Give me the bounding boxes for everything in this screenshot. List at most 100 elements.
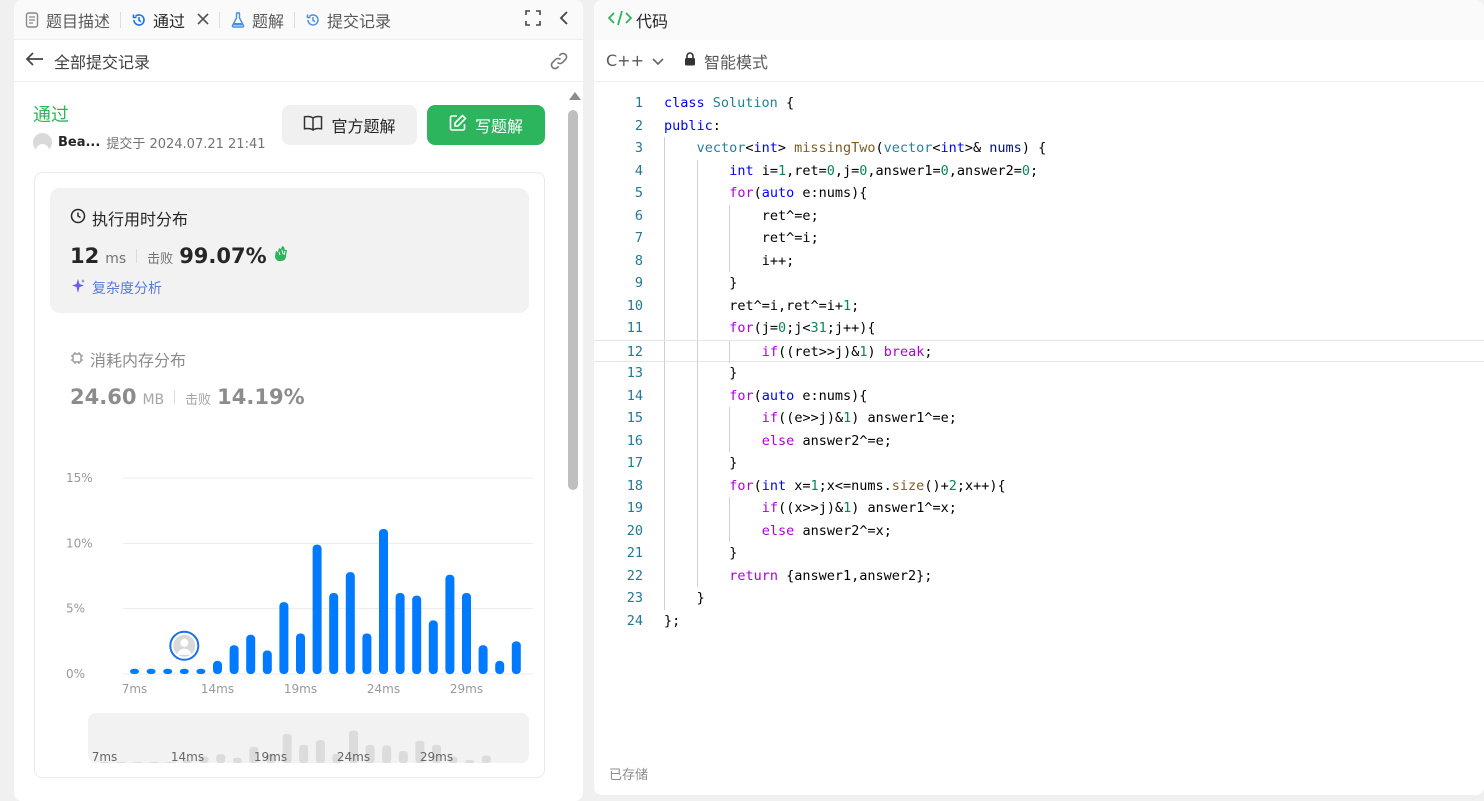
code-line[interactable]: 7 ret^=i; (594, 227, 1484, 250)
scroll-up-arrow-icon[interactable] (569, 92, 581, 100)
code-line[interactable]: 13} (594, 362, 1484, 385)
code-line[interactable]: 14 for(auto e:nums){ (594, 384, 1484, 407)
mini-tick-label: 29ms (420, 750, 453, 763)
code-line[interactable]: 24}; (594, 610, 1484, 633)
chart-bar[interactable] (213, 660, 222, 674)
chart-bar[interactable] (329, 592, 339, 674)
fullscreen-icon[interactable] (525, 10, 541, 30)
code-line[interactable]: 3 vector<int> missingTwo(vector<int>& num… (594, 137, 1484, 160)
scroll-thumb[interactable] (568, 110, 578, 490)
chart-bar[interactable] (428, 620, 438, 674)
code-line[interactable]: 23} (594, 587, 1484, 610)
chart-bar[interactable] (445, 574, 455, 674)
tab-description[interactable]: 题目描述 (14, 0, 120, 39)
memory-beat-pct: 14.19% (217, 385, 305, 409)
indent-guide (696, 384, 698, 407)
chart-bar[interactable] (362, 633, 372, 674)
avatar[interactable] (33, 133, 52, 152)
indent-guide (696, 249, 698, 272)
smart-mode-toggle[interactable]: 智能模式 (684, 49, 768, 73)
tab-submissions[interactable]: 提交记录 (295, 0, 401, 39)
chart-bar[interactable] (196, 668, 206, 674)
clock-icon (70, 208, 86, 228)
indent-guide (696, 497, 698, 520)
code-line[interactable]: 10 ret^=i,ret^=i+1; (594, 294, 1484, 317)
chart-bar[interactable] (379, 528, 388, 674)
chart-bar[interactable] (130, 668, 139, 674)
chart-bar[interactable] (345, 572, 355, 674)
code-line[interactable]: 21} (594, 542, 1484, 565)
back-arrow-icon[interactable] (25, 51, 44, 70)
code-line[interactable]: 17} (594, 452, 1484, 475)
collapse-icon[interactable] (559, 10, 569, 30)
code-editor[interactable]: 1 class Solution {2 public: 3 vector<int> mi… (594, 92, 1484, 632)
chart-bar[interactable] (262, 650, 272, 674)
code-line[interactable]: 4 int i=1,ret=0,j=0,answer1=0,answer2=0; (594, 159, 1484, 182)
mode-label: 智能模式 (703, 52, 768, 72)
chart-range-slider[interactable]: 7ms 14ms 19ms 24ms 29ms (88, 713, 529, 763)
indent-guide (664, 542, 665, 565)
line-number: 22 (626, 567, 643, 584)
code-line[interactable]: 22 return {answer1,answer2}; (594, 564, 1484, 587)
chart-bar[interactable] (495, 660, 505, 674)
chart-bar[interactable] (511, 641, 521, 674)
chart-bar[interactable] (279, 602, 289, 674)
left-scrollbar[interactable] (567, 88, 581, 801)
x-tick-label: 24ms (367, 682, 400, 696)
code-icon (607, 10, 633, 30)
code-text: } (696, 590, 705, 606)
saved-status: 已存储 (609, 768, 649, 783)
tab-solutions[interactable]: 题解 (220, 0, 294, 39)
back-label[interactable]: 全部提交记录 (54, 49, 150, 73)
code-line[interactable]: 12 if((ret>>j)&1) break; (594, 339, 1484, 363)
chart-bar[interactable] (412, 595, 422, 674)
tab-accepted[interactable]: 通过 (121, 0, 219, 39)
line-number: 6 (634, 207, 643, 224)
chart-bar[interactable] (246, 634, 256, 674)
indent-guide (696, 564, 698, 587)
indent-guide (664, 519, 665, 542)
official-solution-button[interactable]: 官方题解 (282, 105, 417, 145)
code-text: i++; (761, 252, 795, 269)
chevron-down-icon (652, 51, 664, 70)
mini-bar (481, 755, 491, 763)
code-line[interactable]: 8 i++; (594, 249, 1484, 272)
link-icon[interactable] (549, 52, 569, 74)
chart-bar[interactable] (146, 668, 156, 674)
code-line[interactable]: 18 for(int x=1;x<=nums.size()+2;x++){ (594, 474, 1484, 497)
chart-bar[interactable] (312, 544, 322, 674)
code-line[interactable]: 11 for(j=0;j<31;j++){ (594, 317, 1484, 340)
code-line[interactable]: 6 ret^=e; (594, 204, 1484, 227)
user-name[interactable]: Bea... (58, 135, 100, 150)
chart-bar[interactable] (395, 592, 405, 674)
code-line[interactable]: 20 else answer2^=x; (594, 519, 1484, 542)
code-line[interactable]: 2 public: (594, 115, 1484, 138)
code-text: int i=1,ret=0,j=0,answer1=0,answer2=0; (729, 162, 1039, 179)
mini-bar (465, 760, 475, 763)
complexity-analysis-link[interactable]: 复杂度分析 (70, 278, 162, 298)
code-line[interactable]: 15 if((e>>j)&1) answer1^=e; (594, 407, 1484, 430)
chart-bar[interactable] (163, 668, 173, 674)
tab-solutions-label: 题解 (252, 11, 285, 31)
language-select[interactable]: C++ (606, 51, 664, 70)
memory-title[interactable]: 消耗内存分布 (70, 347, 186, 371)
runtime-distribution-chart[interactable]: 15% 10% 5% 0% 7ms 14ms 19ms 24ms 29ms (63, 468, 533, 708)
indent-guide (664, 452, 665, 475)
chart-bar[interactable] (229, 645, 239, 674)
code-line[interactable]: 5 for(auto e:nums){ (594, 182, 1484, 205)
close-icon[interactable] (197, 10, 209, 29)
chart-bar[interactable] (179, 668, 189, 674)
write-solution-button[interactable]: 写题解 (427, 105, 545, 145)
indent-guide (664, 159, 665, 182)
code-line[interactable]: 19 if((x>>j)&1) answer1^=x; (594, 497, 1484, 520)
code-line[interactable]: 9} (594, 272, 1484, 295)
code-line[interactable]: 1 class Solution { (594, 92, 1484, 115)
divider (136, 249, 138, 263)
chart-bar[interactable] (478, 645, 488, 674)
chart-bar[interactable] (296, 633, 305, 674)
runtime-box[interactable]: 执行用时分布 12 ms 击败 99.07% 复杂度分析 (50, 188, 529, 313)
line-number: 12 (626, 343, 643, 360)
code-line[interactable]: 16 else answer2^=e; (594, 429, 1484, 452)
runtime-value-row: 12 ms 击败 99.07% (70, 244, 291, 268)
chart-bar[interactable] (462, 592, 471, 674)
